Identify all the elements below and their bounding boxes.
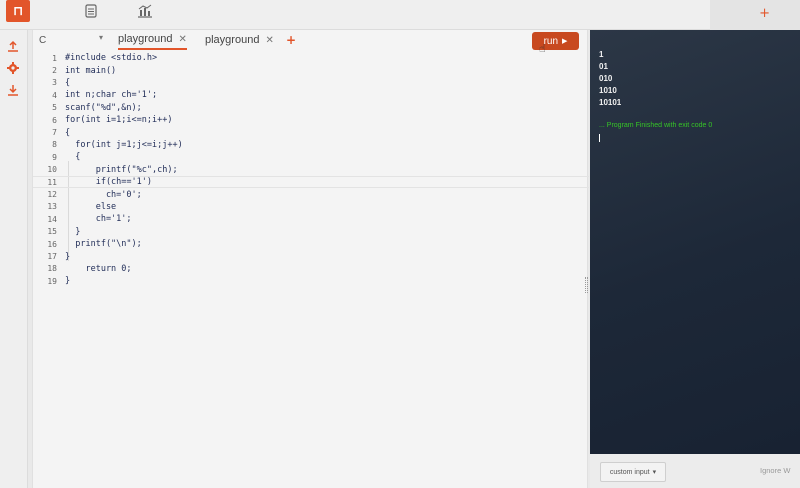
code-text[interactable]: { [57, 152, 80, 162]
close-icon[interactable]: ✕ [178, 34, 186, 45]
code-text[interactable]: if(ch=='1') [57, 177, 152, 187]
line-number: 11 [47, 177, 57, 187]
document-icon[interactable] [82, 2, 100, 20]
top-right-area: + [710, 0, 800, 30]
language-select[interactable]: C ▾ [39, 31, 109, 49]
code-line[interactable]: 11 if(ch=='1') [33, 176, 589, 189]
code-text[interactable]: } [57, 252, 70, 262]
code-text[interactable]: else [57, 202, 116, 212]
run-label: run [543, 35, 559, 47]
code-line[interactable]: 19} [33, 275, 589, 287]
line-number: 13 [47, 202, 57, 212]
upload-icon[interactable] [5, 38, 21, 54]
code-line[interactable]: 3{ [33, 77, 589, 89]
download-icon[interactable] [5, 82, 21, 98]
code-text[interactable]: ch='0'; [57, 190, 142, 200]
code-text[interactable]: ch='1'; [57, 214, 132, 224]
terminal-cursor [599, 134, 600, 142]
chevron-down-icon: ▾ [652, 469, 657, 476]
language-value: C [39, 34, 47, 46]
code-text[interactable]: scanf("%d",&n); [57, 103, 142, 113]
custom-input-button[interactable]: custom input ▾ [600, 462, 666, 482]
code-line[interactable]: 8 for(int j=1;j<=i;j++) [33, 139, 589, 151]
line-number: 18 [47, 264, 57, 274]
output-line: 1010 [599, 86, 617, 95]
line-number: 12 [47, 190, 57, 200]
panel-resize-handle[interactable] [585, 277, 588, 293]
code-editor[interactable]: 1 #include <stdio.h> 2 int main() 3{4 int n;c… [33, 50, 589, 488]
line-number: 16 [47, 239, 57, 249]
play-icon: ▶ [562, 37, 568, 45]
output-line: 01 [599, 62, 608, 71]
code-text[interactable]: int main() [57, 66, 116, 76]
code-line[interactable]: 1 #include <stdio.h> [33, 52, 589, 64]
output-console: ... Program Finished with exit code 0 10… [590, 30, 800, 454]
code-line[interactable]: 10 printf("%c",ch); [33, 164, 589, 176]
code-line[interactable]: 16 printf("\n"); [33, 238, 589, 250]
line-number: 17 [47, 252, 57, 262]
line-number: 14 [47, 214, 57, 224]
chart-icon[interactable] [136, 2, 154, 20]
code-text[interactable]: #include <stdio.h> [57, 53, 157, 63]
ignore-warnings-label[interactable]: Ignore W [760, 466, 790, 475]
code-text[interactable]: } [57, 227, 80, 237]
exit-status: ... Program Finished with exit code 0 [599, 122, 713, 129]
add-icon[interactable]: + [759, 6, 770, 21]
line-number: 5 [52, 103, 57, 113]
tab-label: playground [205, 34, 260, 46]
top-bar: ⊓ + [0, 0, 800, 30]
close-icon[interactable]: ✕ [265, 35, 273, 46]
code-line[interactable]: 15 } [33, 226, 589, 238]
code-line[interactable]: 2 int main() [33, 64, 589, 76]
output-line: 10101 [599, 98, 622, 107]
output-line: 1 [599, 50, 604, 59]
line-number: 3 [52, 78, 57, 88]
code-line[interactable]: 14 ch='1'; [33, 213, 589, 225]
line-number: 9 [52, 152, 57, 162]
line-number: 7 [52, 128, 57, 138]
output-line: 010 [599, 74, 613, 83]
chevron-down-icon: ▾ [99, 33, 104, 42]
code-line[interactable]: 4 int n;char ch='1'; [33, 89, 589, 101]
line-number: 15 [47, 227, 57, 237]
tab-playground-1[interactable]: playground ✕ [118, 30, 187, 50]
code-text[interactable]: int n;char ch='1'; [57, 90, 157, 100]
code-line[interactable]: 17} [33, 250, 589, 262]
code-text[interactable]: return 0; [57, 264, 131, 274]
code-line[interactable]: 9 { [33, 151, 589, 163]
code-line[interactable]: 7{ [33, 126, 589, 138]
line-number: 6 [52, 115, 57, 125]
line-number: 2 [52, 66, 57, 76]
code-line[interactable]: 12 ch='0'; [33, 188, 589, 200]
line-number: 4 [52, 90, 57, 100]
add-tab-button[interactable]: + [286, 33, 296, 47]
custom-input-label: custom input [609, 468, 650, 476]
code-text[interactable]: for(int j=1;j<=i;j++) [57, 140, 182, 150]
tab-bar: C ▾ playground ✕ playground ✕ + run ▶ ☝ [33, 30, 589, 55]
code-text[interactable]: { [57, 78, 70, 88]
code-line[interactable]: 13 else [33, 201, 589, 213]
code-text[interactable]: printf("\n"); [57, 239, 142, 249]
tab-playground-2[interactable]: playground ✕ [205, 30, 274, 50]
output-footer: custom input ▾ Ignore W [590, 454, 800, 488]
left-rail [0, 30, 28, 488]
code-text[interactable]: for(int i=1;i<=n;i++) [57, 115, 172, 125]
line-number: 10 [47, 165, 57, 175]
code-text[interactable]: printf("%c",ch); [57, 165, 178, 175]
code-line[interactable]: 5 scanf("%d",&n); [33, 102, 589, 114]
code-text[interactable]: { [57, 128, 70, 138]
tab-label: playground [118, 33, 173, 45]
line-number: 8 [52, 140, 57, 150]
code-line[interactable]: 6 for(int i=1;i<=n;i++) [33, 114, 589, 126]
line-number: 19 [47, 276, 57, 286]
gear-icon[interactable] [5, 60, 21, 76]
code-line[interactable]: 18 return 0; [33, 263, 589, 275]
code-text[interactable]: } [57, 276, 70, 286]
editor-panel: C ▾ playground ✕ playground ✕ + run ▶ ☝ … [32, 30, 589, 488]
app-logo-icon[interactable]: ⊓ [6, 0, 30, 22]
line-number: 1 [52, 53, 57, 63]
